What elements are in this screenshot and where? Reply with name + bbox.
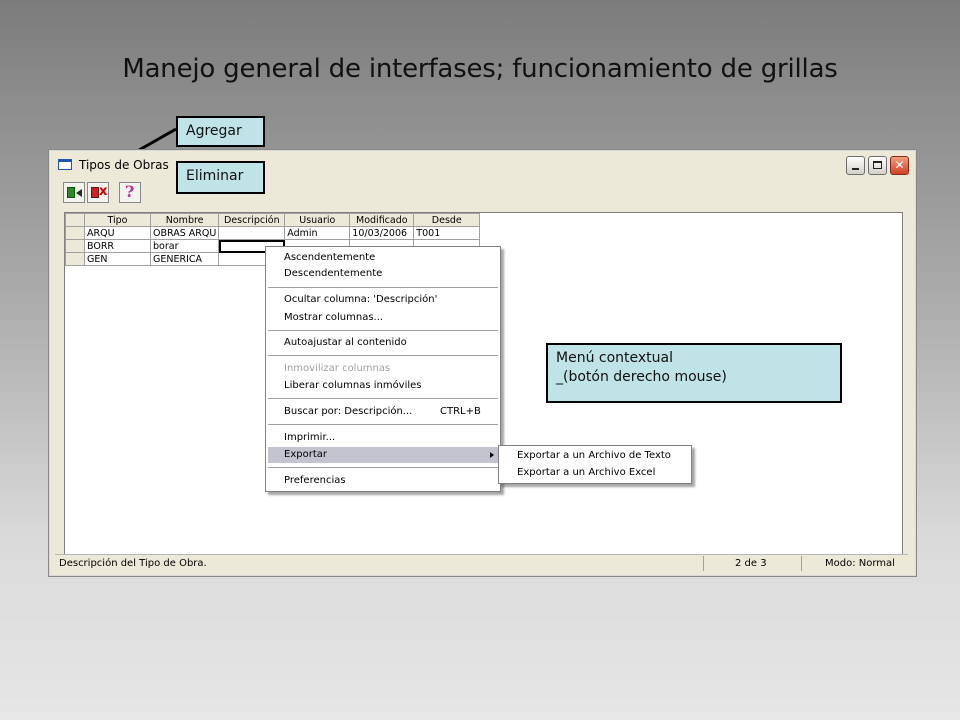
menu-separator [268,330,498,331]
grid-cell[interactable]: ARQU [84,226,151,240]
maximize-icon [873,161,882,169]
close-icon: ✕ [894,158,905,172]
delete-button[interactable]: x [87,182,109,203]
status-record-count: 2 de 3 [735,558,767,569]
column-header-modificado[interactable]: Modificado [349,213,415,227]
x-mark-icon: x [99,184,108,199]
menu-item-label: Exportar [284,449,327,460]
window-title: Tipos de Obras [79,158,169,172]
menu-separator [268,287,498,288]
agregar-callout: Agregar [176,116,265,147]
grid-cell[interactable]: Admin [284,226,351,240]
menu-item-mostrar-columnas[interactable]: Mostrar columnas... [268,310,498,326]
column-header-desde[interactable]: Desde [413,213,481,227]
menu-item-buscar-por[interactable]: Buscar por: Descripción... CTRL+B [268,404,498,420]
menu-item-preferencias[interactable]: Preferencias [268,473,498,489]
arrow-left-icon [76,189,82,197]
grid-cell[interactable]: GEN [84,252,151,266]
menu-separator [268,467,498,468]
submenu-arrow-icon [490,452,494,458]
context-menu: Ascendentemente Descendentemente Ocultar… [265,246,501,492]
add-record-icon [67,187,75,198]
help-icon: ? [125,182,135,201]
menu-item-shortcut: CTRL+B [440,406,481,417]
export-submenu: Exportar a un Archivo de Texto Exportar … [498,445,692,484]
status-bar: Descripción del Tipo de Obra. 2 de 3 Mod… [55,554,908,572]
menu-separator [268,355,498,356]
row-selector[interactable] [65,226,85,240]
grid-cell[interactable]: GENERICA [149,252,220,266]
menu-item-ascendentemente[interactable]: Ascendentemente [268,250,498,266]
status-divider [703,556,704,571]
status-divider [801,556,802,571]
callout-line: Menú contextual [556,350,673,366]
add-button[interactable] [63,182,85,203]
menu-separator [268,398,498,399]
column-header-tipo[interactable]: Tipo [84,213,151,227]
grid-cell[interactable]: OBRAS ARQU [149,226,220,240]
menu-separator [268,424,498,425]
row-selector[interactable] [65,252,85,266]
minimize-icon [852,168,859,170]
delete-record-icon [91,187,99,198]
status-mode: Modo: Normal [825,558,895,569]
column-header-nombre[interactable]: Nombre [149,213,220,227]
status-description: Descripción del Tipo de Obra. [59,558,207,569]
maximize-button[interactable] [868,156,887,175]
menu-item-ocultar-columna[interactable]: Ocultar columna: 'Descripción' [268,292,498,308]
menu-item-exportar[interactable]: Exportar [268,447,498,463]
window-icon [58,159,72,170]
submenu-item-exportar-excel[interactable]: Exportar a un Archivo Excel [501,465,689,481]
menu-item-autoajustar[interactable]: Autoajustar al contenido [268,335,498,351]
column-header-descripcion[interactable]: Descripción [218,213,286,227]
menu-item-imprimir[interactable]: Imprimir... [268,430,498,446]
column-header-usuario[interactable]: Usuario [284,213,351,227]
grid-cell[interactable] [218,226,286,240]
grid-header-row: Tipo Nombre Descripción Usuario Modifica… [65,213,481,227]
menu-item-liberar-columnas[interactable]: Liberar columnas inmóviles [268,378,498,394]
minimize-button[interactable] [846,156,865,175]
help-button[interactable]: ? [119,182,141,203]
table-row[interactable]: ARQU OBRAS ARQU Admin 10/03/2006 T001 [65,226,481,240]
grid-cell[interactable]: borar [149,239,220,253]
menu-item-inmovilizar-columnas: Inmovilizar columnas [284,363,391,374]
callout-line: _(botón derecho mouse) [556,369,727,385]
menu-item-label: Buscar por: Descripción... [284,406,413,417]
eliminar-callout: Eliminar [176,161,265,194]
menu-item-descendentemente[interactable]: Descendentemente [268,266,498,282]
row-selector[interactable] [65,239,85,253]
grid-cell[interactable]: 10/03/2006 [349,226,415,240]
row-header-corner[interactable] [65,213,85,227]
grid-cell[interactable]: BORR [84,239,151,253]
menu-contextual-callout: Menú contextual _(botón derecho mouse) [546,343,842,403]
close-button[interactable]: ✕ [890,156,909,175]
grid-cell[interactable]: T001 [413,226,481,240]
submenu-item-exportar-texto[interactable]: Exportar a un Archivo de Texto [501,448,689,464]
